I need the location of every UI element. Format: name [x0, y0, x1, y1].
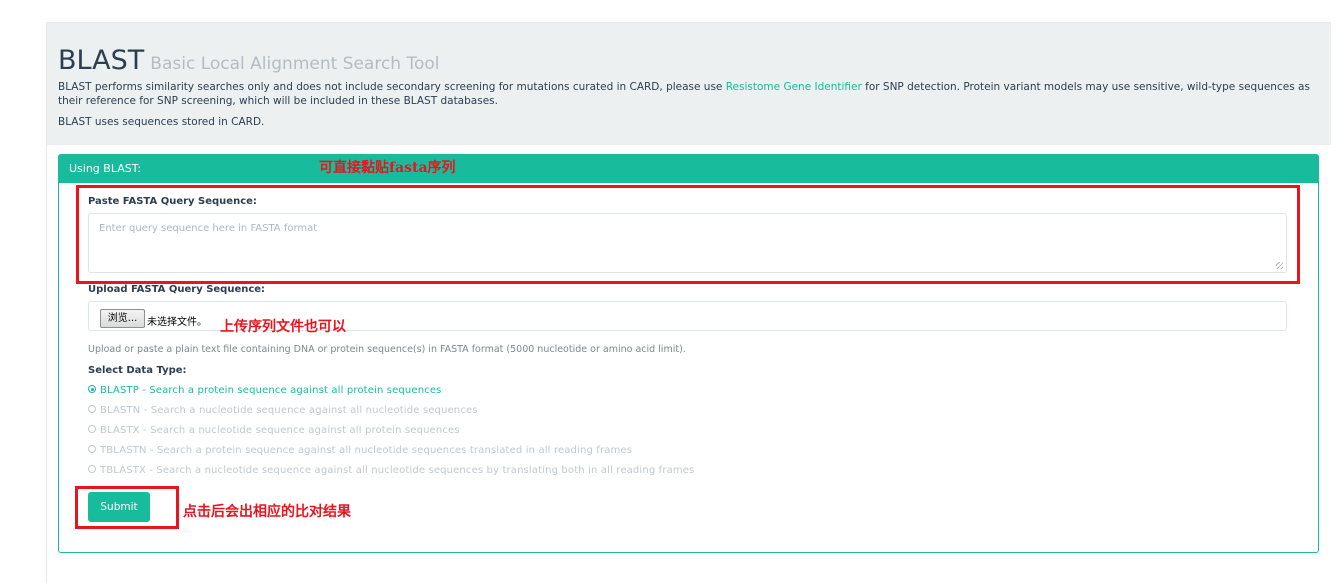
radio-unselected-icon[interactable]: [88, 445, 96, 453]
radio-blastp[interactable]: BLASTP - Search a protein sequence again…: [88, 385, 442, 396]
submit-annotation: 点击后会出相应的比对结果: [183, 504, 351, 520]
title-text: BLAST: [58, 45, 145, 76]
radio-tblastn[interactable]: TBLASTN - Search a protein sequence agai…: [88, 445, 632, 456]
page-title: BLAST Basic Local Alignment Search Tool: [58, 45, 440, 76]
panel-heading: Using BLAST:: [59, 155, 1318, 183]
paste-annotation: 可直接黏贴fasta序列: [319, 160, 456, 176]
radio-label: BLASTX - Search a nucleotide sequence ag…: [100, 425, 460, 436]
radio-label: BLASTP - Search a protein sequence again…: [100, 385, 442, 396]
radio-unselected-icon[interactable]: [88, 405, 96, 413]
blast-page: BLAST Basic Local Alignment Search Tool B…: [46, 22, 1331, 583]
radio-unselected-icon[interactable]: [88, 425, 96, 433]
paste-highlight-box: [76, 185, 1300, 284]
description: BLAST performs similarity searches only …: [58, 80, 1318, 108]
upload-annotation: 上传序列文件也可以: [220, 319, 346, 335]
submit-highlight-box: [75, 486, 179, 529]
hero-section: BLAST Basic Local Alignment Search Tool B…: [47, 23, 1331, 145]
browse-button[interactable]: 浏览...: [100, 309, 145, 328]
radio-blastx[interactable]: BLASTX - Search a nucleotide sequence ag…: [88, 425, 460, 436]
radio-tblastx[interactable]: TBLASTX - Search a nucleotide sequence a…: [88, 465, 694, 476]
page-subtitle: Basic Local Alignment Search Tool: [150, 54, 440, 74]
storage-note: BLAST uses sequences stored in CARD.: [58, 116, 265, 128]
radio-unselected-icon[interactable]: [88, 465, 96, 473]
upload-label: Upload FASTA Query Sequence:: [88, 284, 266, 295]
rgi-link[interactable]: Resistome Gene Identifier: [726, 81, 862, 93]
radio-selected-icon[interactable]: [88, 385, 96, 393]
radio-blastn[interactable]: BLASTN - Search a nucleotide sequence ag…: [88, 405, 478, 416]
data-type-label: Select Data Type:: [88, 365, 187, 376]
file-status: 未选择文件。: [147, 317, 207, 328]
description-text: BLAST performs similarity searches only …: [58, 81, 726, 93]
radio-label: TBLASTX - Search a nucleotide sequence a…: [100, 465, 695, 476]
help-text: Upload or paste a plain text file contai…: [88, 344, 686, 355]
radio-label: TBLASTN - Search a protein sequence agai…: [100, 445, 633, 456]
radio-label: BLASTN - Search a nucleotide sequence ag…: [100, 405, 478, 416]
